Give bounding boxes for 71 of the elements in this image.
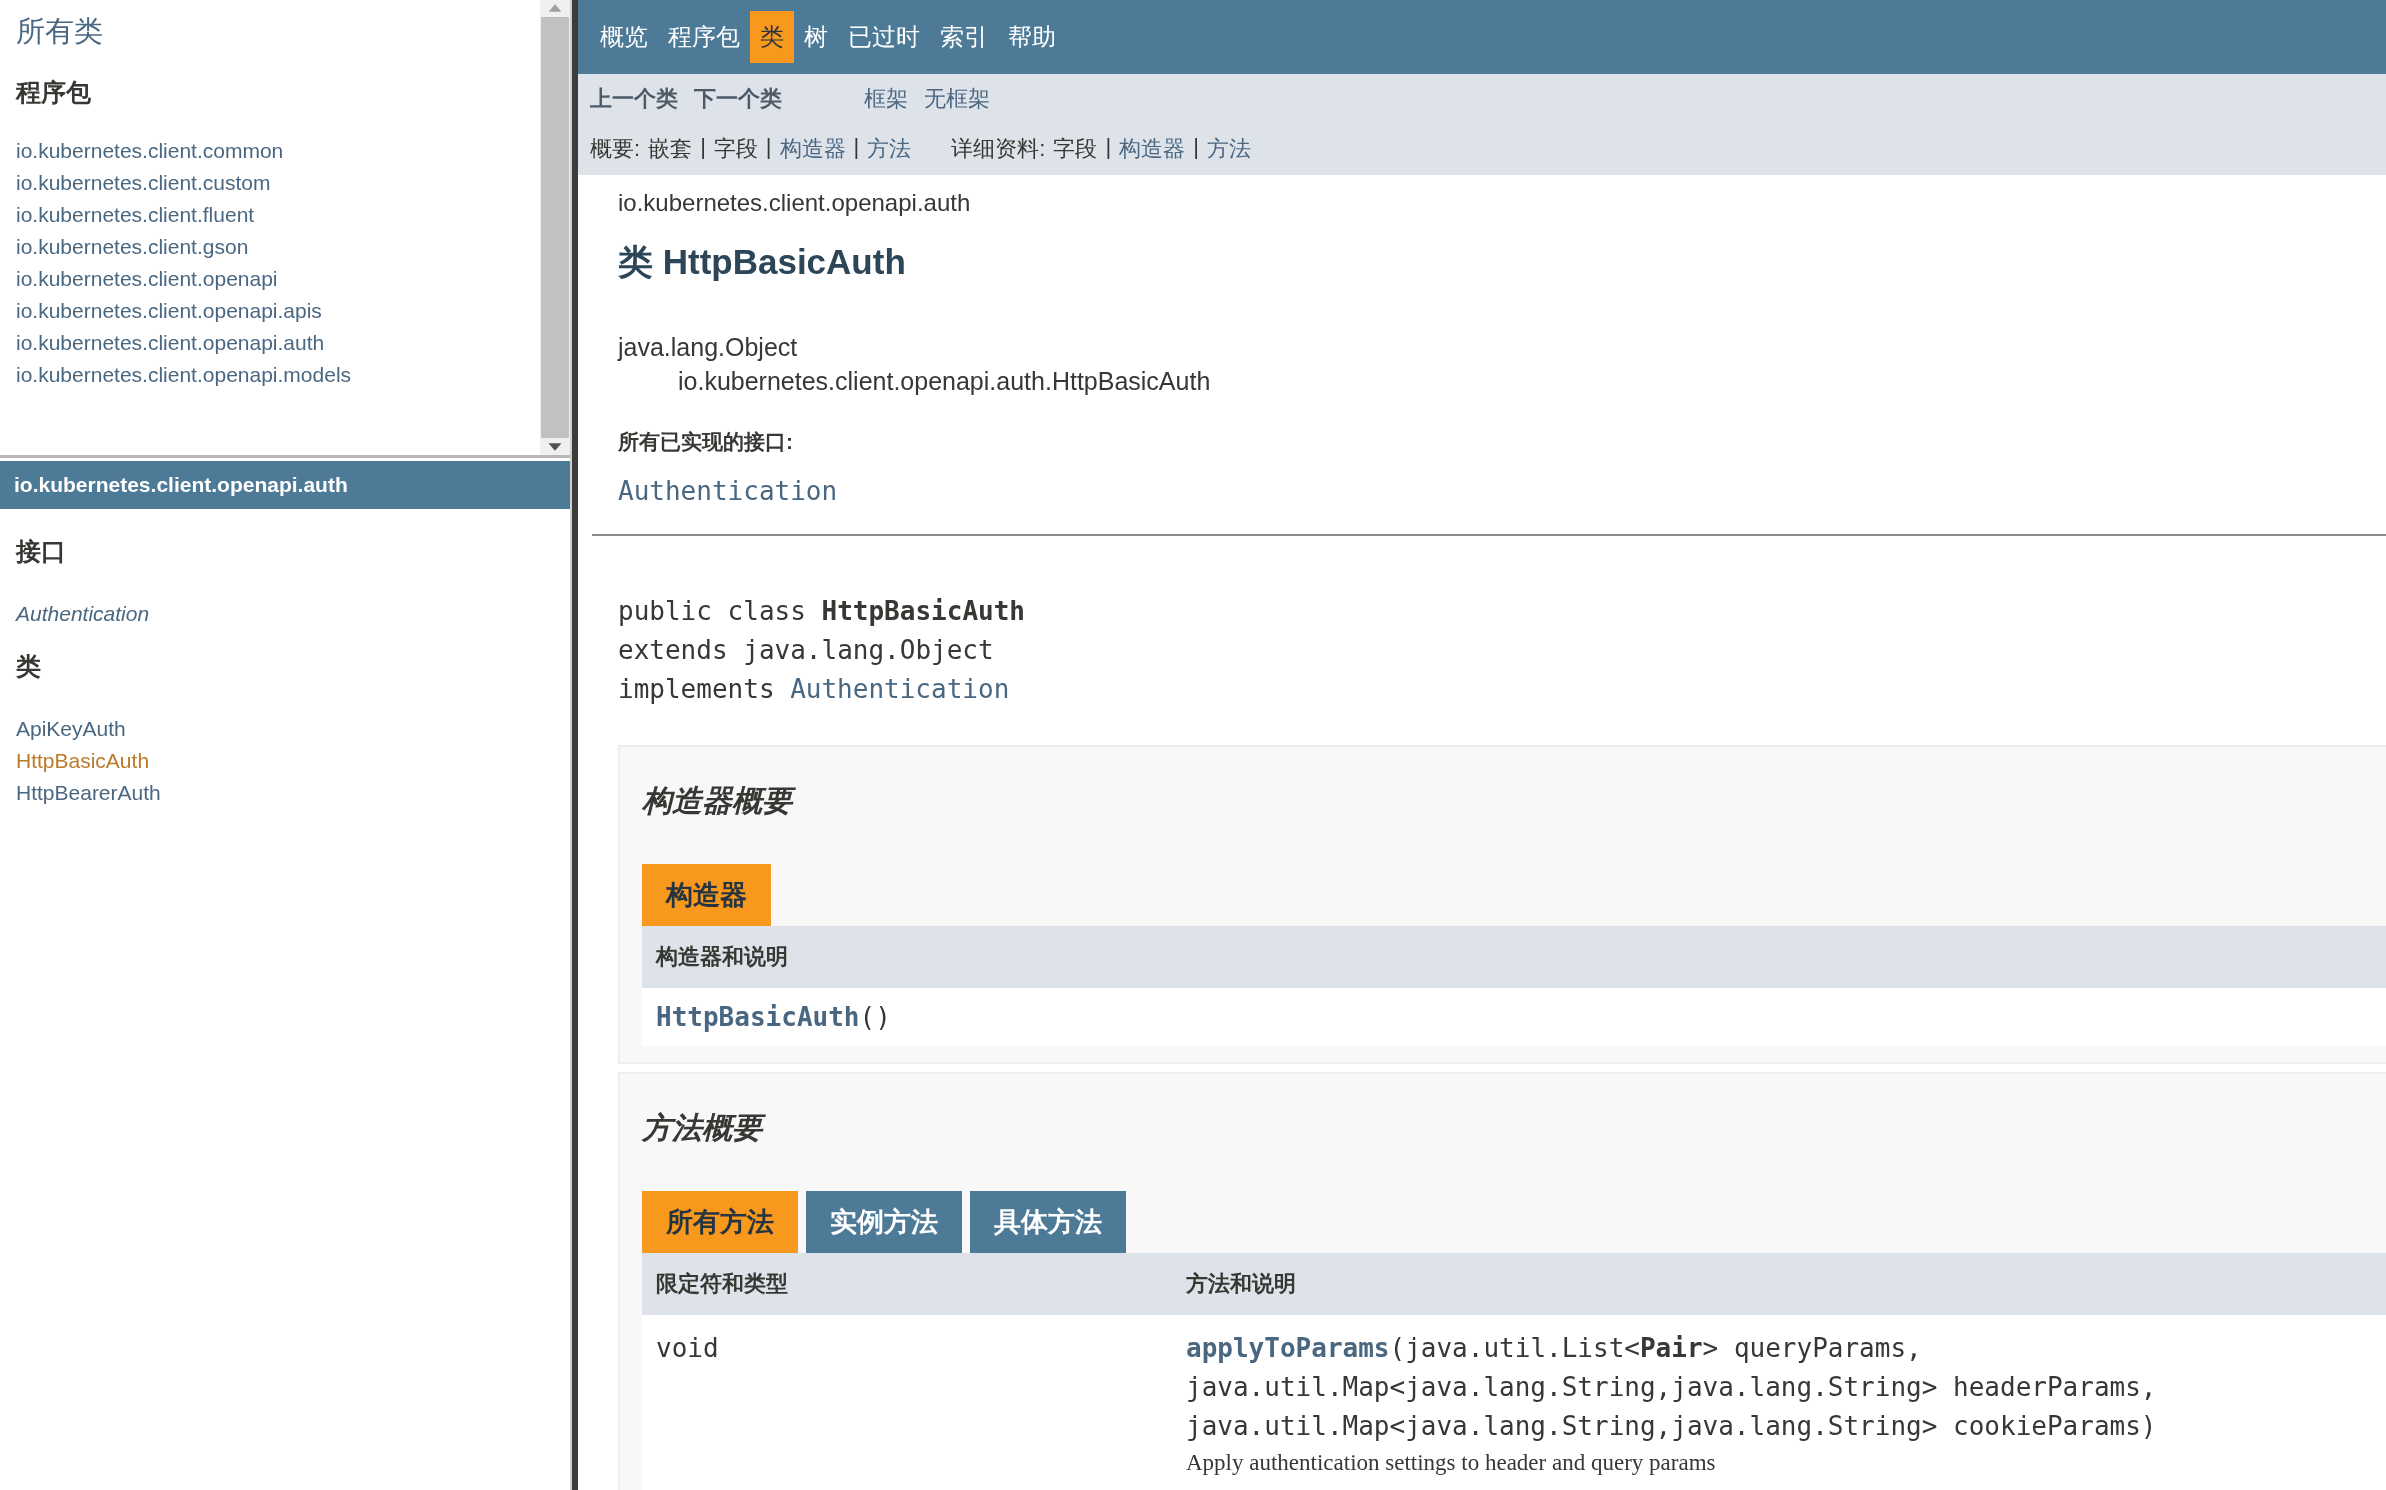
code-line: extends java.lang.Object [618,635,994,665]
table-tab[interactable]: 实例方法 [806,1191,962,1253]
section-heading: 构造器概要 [642,781,2386,822]
code-text: java.util.Map<java.lang.String,java.lang.String> headerParams, [1186,1372,2157,1402]
class-link[interactable]: HttpBearerAuth [16,777,161,809]
table-tab[interactable]: 具体方法 [970,1191,1126,1253]
code-line: public class HttpBasicAuth [618,596,1025,626]
method-link[interactable]: applyToParams [1186,1333,1390,1363]
nav-tab[interactable]: 树 [794,10,838,63]
package-link[interactable]: io.kubernetes.client.gson [16,231,249,263]
nav-label: 字段 [713,135,758,164]
nav-link[interactable]: 方法 [1206,134,1251,165]
package-link[interactable]: io.kubernetes.client.openapi.auth [16,327,325,359]
table-cell-text: void [656,1332,720,1365]
nav-label: 详细资料: [951,135,1046,164]
inheritance-entry: java.lang.Object [618,332,799,363]
section-heading: 类 [16,651,42,682]
frame-title: 所有类 [16,14,104,49]
code-text: java.util.Map<java.lang.String,java.lang.String> cookieParams) [1186,1411,2157,1441]
nav-tab[interactable]: 帮助 [998,10,1066,63]
column-header: 构造器和说明 [656,943,788,971]
nav-label: 下一个类 [694,85,782,114]
nav-link[interactable]: 无框架 [924,84,990,115]
nav-label: 上一个类 [590,85,678,114]
field-label: 所有已实现的接口: [618,429,794,455]
method-description: Apply authentication settings to header and query params [1186,1450,1717,1476]
package-link[interactable]: io.kubernetes.client.fluent [16,199,255,231]
package-name: io.kubernetes.client.openapi.auth [618,189,972,217]
separator-text: | [765,134,772,162]
package-link[interactable]: io.kubernetes.client.openapi [16,263,278,295]
nav-label: 概要: [590,135,641,164]
interface-link[interactable]: Authentication [790,674,1010,704]
nav-tab[interactable]: 已过时 [838,10,930,63]
class-link[interactable]: ApiKeyAuth [16,713,126,745]
table-tab[interactable]: 构造器 [642,864,771,926]
scrollbar[interactable] [540,0,570,455]
section-heading: 方法概要 [642,1108,2386,1149]
nav-tab[interactable]: 类 [750,10,794,63]
package-link[interactable]: io.kubernetes.client.openapi.models [16,359,352,391]
nav-link[interactable]: 方法 [867,134,912,165]
separator-text: | [700,134,706,162]
nav-tab[interactable]: 索引 [930,10,998,63]
inheritance-entry: io.kubernetes.client.openapi.auth.HttpBasicAuth [677,366,1212,397]
column-header: 方法和说明 [1186,1270,1297,1298]
code-text: () [859,1002,891,1032]
nav-link[interactable]: 构造器 [1119,134,1186,165]
package-link[interactable]: io.kubernetes.client.common [16,135,284,167]
code-line: implements [618,674,775,704]
nav-label: 字段 [1053,135,1098,164]
nav-link[interactable]: 构造器 [779,134,846,165]
table-tab[interactable]: 所有方法 [642,1191,798,1253]
class-link[interactable]: Authentication [16,598,150,630]
constructor-link[interactable]: HttpBasicAuth [656,1002,860,1032]
nav-tab[interactable]: 概览 [590,10,658,63]
section-heading: 程序包 [16,77,92,108]
separator-text: | [853,134,860,162]
package-link[interactable]: io.kubernetes.client.openapi.apis [16,295,322,327]
package-link[interactable]: io.kubernetes.client.custom [16,167,271,199]
class-link[interactable]: HttpBasicAuth [16,745,150,777]
class-title: 类 HttpBasicAuth [618,241,907,283]
nav-tab[interactable]: 程序包 [658,10,750,63]
interface-link[interactable]: Authentication [618,476,838,506]
package-title-bar: io.kubernetes.client.openapi.auth [0,461,570,509]
column-header: 限定符和类型 [656,1270,789,1298]
nav-label: 嵌套 [648,135,693,164]
frame-splitter[interactable] [570,0,578,1490]
nav-link[interactable]: 框架 [864,84,908,115]
section-heading: 接口 [16,536,67,567]
separator-text: | [1193,134,1199,162]
code-text: (java.util.List<Pair> queryParams, [1389,1333,1922,1363]
separator-text: | [1105,134,1112,162]
